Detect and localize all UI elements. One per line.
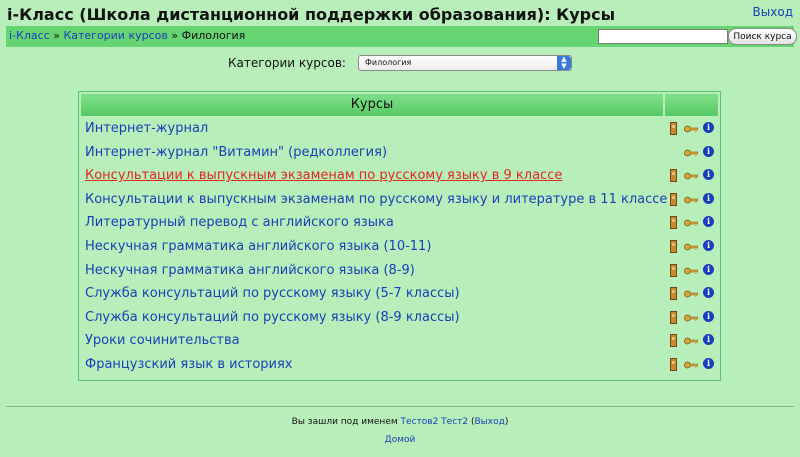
door-icon[interactable]	[670, 310, 677, 324]
home-link[interactable]: Домой	[385, 435, 416, 445]
user-profile-link[interactable]: Тестов2 Тест2	[401, 417, 469, 427]
category-select-value: Филология	[365, 58, 412, 67]
key-icon[interactable]	[684, 125, 698, 133]
key-icon[interactable]	[684, 290, 698, 298]
breadcrumb-separator: »	[171, 29, 179, 42]
door-icon[interactable]	[670, 192, 677, 206]
course-actions: i	[669, 240, 717, 256]
breadcrumb-home-link[interactable]: i-Класс	[9, 29, 50, 42]
courses-column-header: Курсы	[81, 94, 663, 116]
footer-home: Домой	[0, 435, 800, 445]
course-actions: i	[669, 122, 717, 138]
door-icon[interactable]	[670, 287, 677, 301]
course-actions: i	[669, 334, 717, 350]
info-icon[interactable]: i	[703, 216, 714, 228]
navbar: i-Класс » Категории курсов » Филология П…	[6, 26, 797, 47]
course-actions: i	[669, 169, 717, 185]
key-icon[interactable]	[684, 243, 698, 251]
course-row: Нескучная грамматика английского языка (…	[79, 260, 720, 283]
course-link[interactable]: Нескучная грамматика английского языка (…	[85, 263, 415, 278]
course-link[interactable]: Служба консультаций по русскому языку (5…	[85, 286, 460, 301]
course-row: Интернет-журнал i	[79, 118, 720, 141]
door-icon[interactable]	[670, 334, 677, 348]
course-search-input[interactable]	[598, 29, 728, 44]
category-label: Категории курсов:	[228, 56, 346, 70]
course-actions: i	[669, 287, 717, 303]
breadcrumb-separator: »	[53, 29, 60, 42]
course-link[interactable]: Консультации к выпускным экзаменам по ру…	[85, 192, 667, 207]
logout-link[interactable]: Выход	[753, 5, 793, 19]
course-actions: i	[669, 263, 717, 280]
course-link[interactable]: Уроки сочинительства	[85, 333, 240, 348]
door-icon[interactable]	[670, 263, 677, 277]
page-title: i-Класс (Школа дистанционной поддержки о…	[7, 5, 616, 24]
course-link[interactable]: Литературный перевод с английского языка	[85, 215, 394, 230]
course-link[interactable]: Служба консультаций по русскому языку (8…	[85, 310, 460, 325]
course-actions: i	[669, 310, 717, 327]
course-link[interactable]: Нескучная грамматика английского языка (…	[85, 239, 431, 254]
breadcrumb: i-Класс » Категории курсов » Филология	[9, 29, 245, 42]
login-info-prefix: Вы зашли под именем	[291, 417, 398, 427]
course-search-button[interactable]: Поиск курса	[728, 28, 797, 45]
door-icon[interactable]	[670, 358, 677, 371]
courses-table: Курсы Интернет-журнал i Интернет-журнал "В…	[78, 91, 721, 381]
page: i-Класс (Школа дистанционной поддержки о…	[0, 0, 800, 457]
course-actions: i	[669, 216, 717, 232]
door-icon[interactable]	[670, 169, 677, 183]
door-icon[interactable]	[670, 122, 677, 135]
course-row: Интернет-журнал "Витамин" (редколлегия) i	[79, 142, 720, 165]
category-select[interactable]: Филология ▲ ▼	[358, 55, 572, 71]
info-icon[interactable]: i	[703, 263, 714, 275]
info-icon[interactable]: i	[703, 287, 714, 299]
login-info: Вы зашли под именем Тестов2 Тест2 (Выход…	[291, 417, 509, 427]
course-actions: i	[669, 192, 717, 209]
info-icon[interactable]: i	[703, 334, 714, 346]
course-actions: i	[669, 358, 717, 374]
course-link[interactable]: Консультации к выпускным экзаменам по ру…	[85, 168, 562, 183]
info-icon[interactable]: i	[703, 145, 714, 157]
course-row: Литературный перевод с английского языка…	[79, 212, 720, 235]
select-arrows-icon: ▲ ▼	[557, 56, 571, 70]
key-icon[interactable]	[684, 149, 698, 157]
header: i-Класс (Школа дистанционной поддержки о…	[0, 0, 800, 28]
course-row: Консультации к выпускным экзаменам по ру…	[79, 189, 720, 212]
info-icon[interactable]: i	[703, 310, 714, 322]
door-icon[interactable]	[670, 216, 677, 230]
table-header: Курсы	[81, 94, 718, 116]
door-icon[interactable]	[670, 240, 677, 253]
info-icon[interactable]: i	[703, 169, 714, 181]
course-row: Уроки сочинительства i	[79, 330, 720, 353]
info-icon[interactable]: i	[703, 122, 714, 133]
info-icon[interactable]: i	[703, 240, 714, 251]
course-row: Французский язык в историях i	[79, 354, 720, 377]
key-icon[interactable]	[684, 337, 698, 345]
course-link[interactable]: Интернет-журнал	[85, 121, 208, 136]
course-row: Нескучная грамматика английского языка (…	[79, 236, 720, 259]
info-icon[interactable]: i	[703, 358, 714, 369]
course-row: Служба консультаций по русскому языку (8…	[79, 307, 720, 330]
key-icon[interactable]	[684, 361, 698, 369]
footer-logout-link[interactable]: Выход	[474, 417, 504, 427]
course-row: Служба консультаций по русскому языку (5…	[79, 283, 720, 306]
course-row: Консультации к выпускным экзаменам по ру…	[79, 165, 720, 188]
info-icon[interactable]: i	[703, 192, 714, 204]
key-icon[interactable]	[684, 219, 698, 227]
breadcrumb-categories-link[interactable]: Категории курсов	[63, 29, 167, 42]
key-icon[interactable]	[684, 267, 698, 275]
course-actions: i	[669, 145, 717, 162]
key-icon[interactable]	[684, 172, 698, 180]
course-link[interactable]: Интернет-журнал "Витамин" (редколлегия)	[85, 145, 387, 160]
course-link[interactable]: Французский язык в историях	[85, 357, 293, 372]
actions-column-header	[665, 94, 718, 116]
breadcrumb-current: Филология	[181, 29, 246, 42]
footer-divider	[6, 406, 794, 407]
key-icon[interactable]	[684, 314, 698, 322]
key-icon[interactable]	[684, 196, 698, 204]
